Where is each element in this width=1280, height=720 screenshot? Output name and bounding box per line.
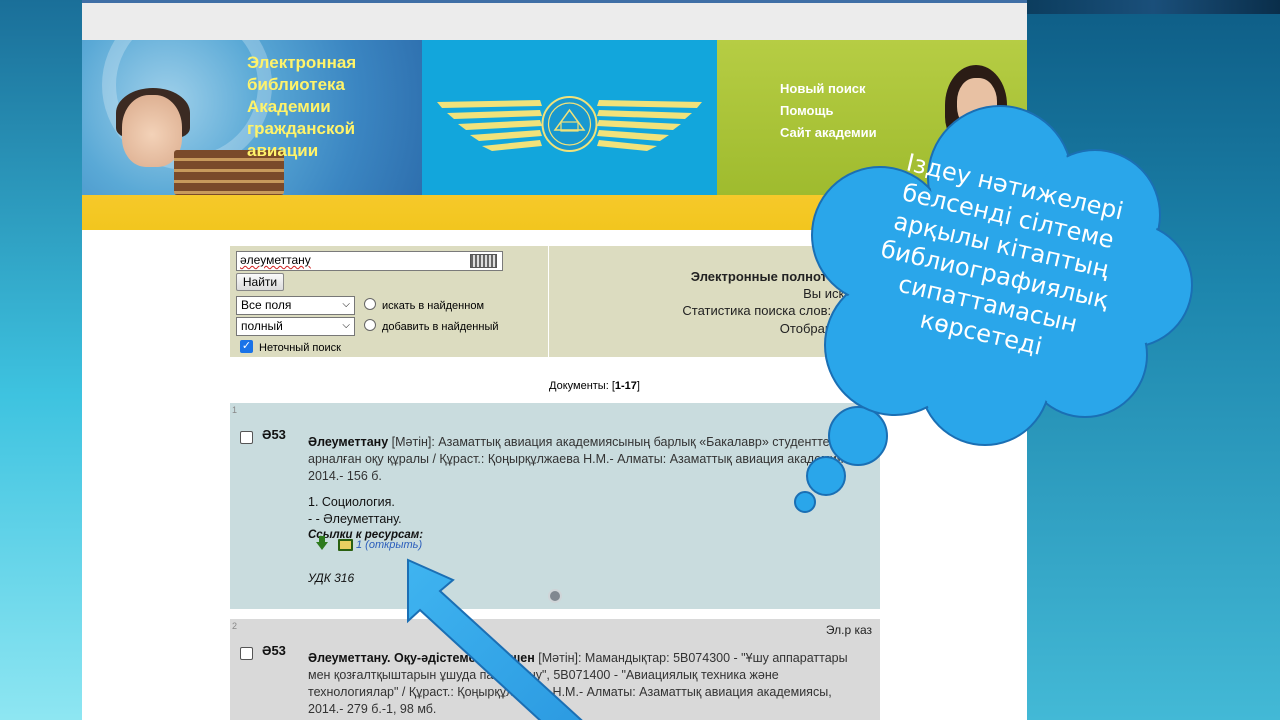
page-topbar bbox=[82, 3, 1027, 40]
result-title: Әлеуметтану bbox=[308, 435, 389, 449]
result-select-checkbox[interactable] bbox=[240, 647, 253, 660]
field-select-value: Все поля bbox=[241, 298, 292, 312]
nav-academy-site-link[interactable]: Сайт академии bbox=[780, 122, 877, 144]
info-stats-prefix: Статистика поиска слов: bbox=[682, 303, 832, 318]
search-input[interactable]: әлеуметтану bbox=[236, 251, 503, 271]
fuzzy-search-label: Неточный поиск bbox=[259, 342, 341, 354]
result-title: Әлеуметтану. Оқу-әдістемелік кешен bbox=[308, 651, 535, 665]
open-book-icon[interactable] bbox=[338, 539, 353, 551]
student-photo bbox=[122, 95, 182, 167]
radio-add-to-found-label: добавить в найденный bbox=[382, 321, 499, 333]
result-code: Ә53 bbox=[262, 643, 286, 658]
banner-logo-panel bbox=[422, 40, 717, 195]
documents-count-prefix: Документы: [ bbox=[549, 380, 615, 392]
result-subject: - - Әлеуметтану. bbox=[308, 512, 402, 526]
find-button[interactable]: Найти bbox=[236, 273, 284, 291]
field-select[interactable]: Все поля ⌵ bbox=[236, 296, 355, 315]
result-item: 1 Эл.р Ә53 Әлеуметтану [Мәтін]: Азаматты… bbox=[230, 403, 880, 609]
banner-nav: Новый поиск Помощь Сайт академии bbox=[780, 78, 877, 144]
info-selected: Отобрано по зап bbox=[779, 321, 881, 336]
documents-count: Документы: [1-17] bbox=[82, 380, 1027, 392]
radio-search-in-found[interactable] bbox=[364, 298, 376, 310]
academy-wings-logo-icon bbox=[437, 96, 702, 152]
banner-left-panel: Электронная библиотека Академии гражданс… bbox=[82, 40, 422, 195]
library-page: Электронная библиотека Академии гражданс… bbox=[82, 3, 1027, 720]
mode-select[interactable]: полный ⌵ bbox=[236, 317, 355, 336]
result-code: Ә53 bbox=[262, 427, 286, 442]
result-select-checkbox[interactable] bbox=[240, 431, 253, 444]
keyboard-icon[interactable] bbox=[470, 254, 497, 268]
search-panel: әлеуметтану Найти Все поля ⌵ искать в на… bbox=[230, 246, 548, 357]
watermark-pattern bbox=[617, 3, 797, 40]
download-arrow-icon[interactable] bbox=[316, 536, 328, 550]
chevron-down-icon: ⌵ bbox=[342, 299, 350, 310]
library-title: Электронная библиотека Академии гражданс… bbox=[247, 53, 357, 160]
documents-count-suffix: ] bbox=[636, 380, 640, 392]
result-description: Әлеуметтану. Оқу-әдістемелік кешен [Мәті… bbox=[308, 650, 868, 718]
nav-new-search-link[interactable]: Новый поиск bbox=[780, 78, 877, 100]
result-description: Әлеуметтану [Мәтін]: Азаматтық авиация а… bbox=[308, 434, 868, 485]
documents-range: 1-17 bbox=[614, 380, 637, 392]
student-photo-2 bbox=[957, 78, 997, 130]
mode-select-value: полный bbox=[241, 319, 283, 333]
result-number: 1 bbox=[232, 405, 238, 415]
slide-background-left bbox=[0, 0, 82, 720]
radio-search-in-found-label: искать в найденном bbox=[382, 300, 485, 312]
result-subject: 1. Социология. bbox=[308, 495, 395, 509]
open-resource-link[interactable]: 1 (открыть) bbox=[356, 539, 422, 551]
result-udk: УДК 316 bbox=[308, 571, 355, 585]
cursor-dot bbox=[548, 589, 562, 603]
nav-help-link[interactable]: Помощь bbox=[780, 100, 877, 122]
result-type: Эл.р каз bbox=[825, 623, 872, 637]
result-type: Эл.р bbox=[846, 407, 872, 421]
result-bibliographic-text: [Мәтін]: Азаматтық авиация академиясының… bbox=[308, 435, 863, 483]
result-number: 2 bbox=[232, 621, 238, 631]
search-info-panel: Электронные полнотекстовы Вы искали: ә С… bbox=[549, 246, 881, 357]
result-item: 2 Эл.р каз Ә53 Әлеуметтану. Оқу-әдістеме… bbox=[230, 619, 880, 720]
fuzzy-search-checkbox[interactable]: ✓ bbox=[240, 340, 253, 353]
chevron-down-icon: ⌵ bbox=[342, 320, 350, 331]
result-subjects: 1. Социология. - - Әлеуметтану. bbox=[308, 494, 402, 528]
radio-add-to-found[interactable] bbox=[364, 319, 376, 331]
